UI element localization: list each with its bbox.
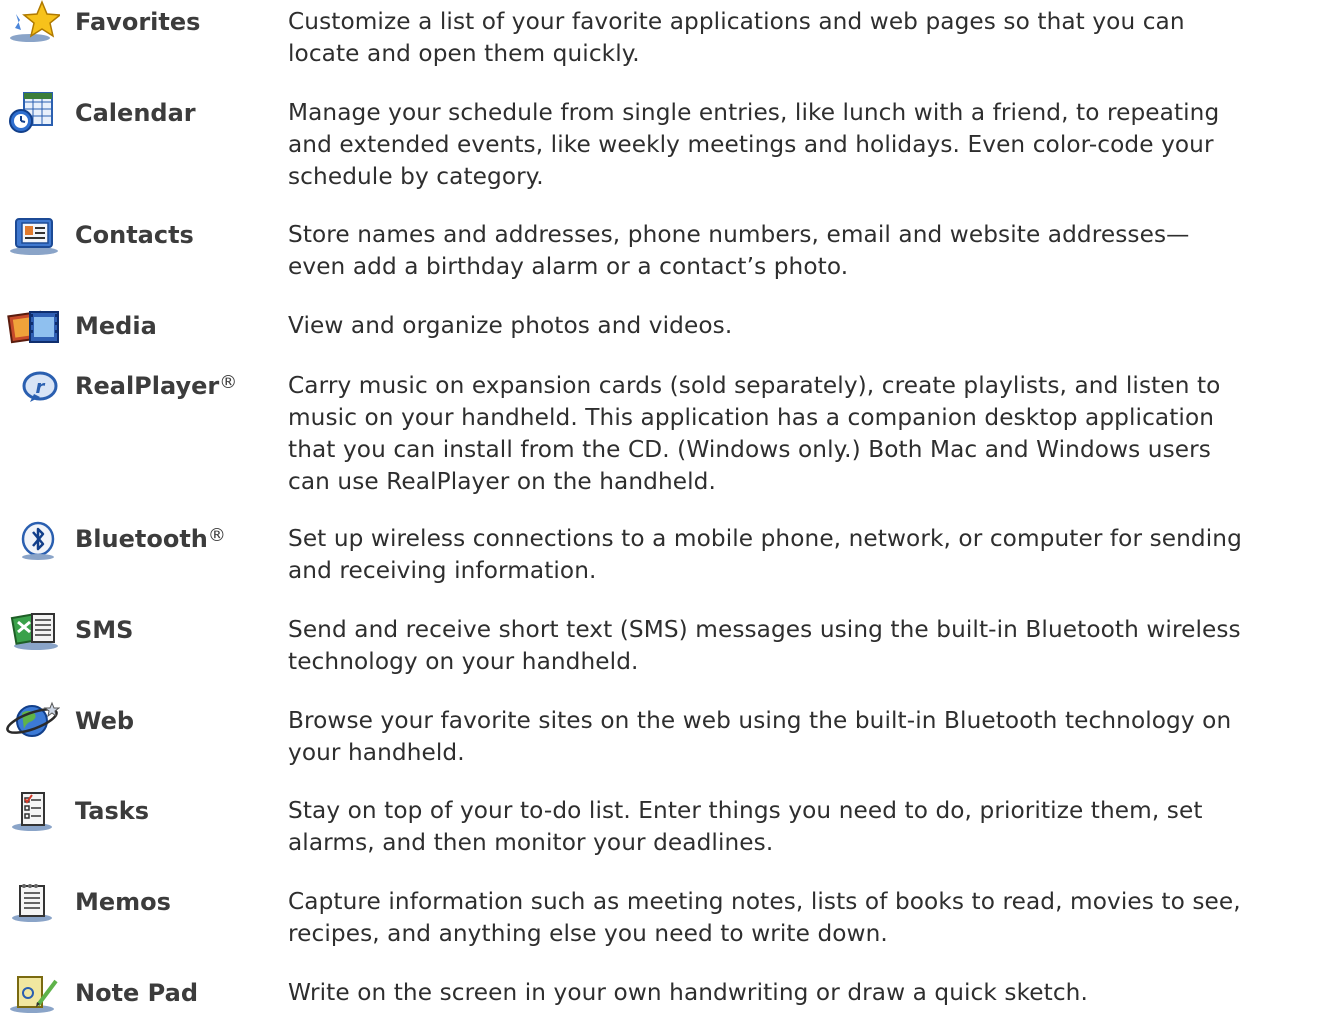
calendar-icon [4,91,60,135]
app-name-sms: SMS [75,616,134,644]
app-name-realplayer: RealPlayer® [75,372,238,400]
app-description-sms: Send and receive short text (SMS) messag… [288,616,1241,675]
realplayer-icon: r [4,364,60,408]
bluetooth-icon [4,517,60,561]
app-description-media: View and organize photos and videos. [288,312,733,339]
note-pad-icon [4,971,60,1015]
app-name-calendar: Calendar [75,99,196,127]
app-name-favorites: Favorites [75,8,201,36]
app-name-memos: Memos [75,888,171,916]
app-description-note-pad: Write on the screen in your own handwrit… [288,979,1088,1006]
registered-mark: ® [219,372,238,393]
app-description-calendar: Manage your schedule from single entries… [288,99,1220,190]
memos-notepad-icon [4,880,60,924]
app-name-web: Web [75,707,135,735]
sms-icon [4,608,60,652]
app-description-tasks: Stay on top of your to-do list. Enter th… [288,797,1203,856]
app-description-memos: Capture information such as meeting note… [288,888,1241,947]
media-icon [4,304,60,348]
app-description-bluetooth: Set up wireless connections to a mobile … [288,525,1242,584]
app-description-favorites: Customize a list of your favorite applic… [288,8,1185,67]
favorites-star-icon [4,0,60,44]
svg-text:r: r [36,377,46,398]
tasks-checklist-icon [4,789,60,833]
contacts-icon [4,213,60,257]
registered-mark: ® [207,525,226,546]
app-name-note-pad: Note Pad [75,979,198,1007]
app-name-tasks: Tasks [75,797,150,825]
app-description-contacts: Store names and addresses, phone numbers… [288,221,1190,280]
app-name-bluetooth: Bluetooth® [75,525,226,553]
app-description-web: Browse your favorite sites on the web us… [288,707,1232,766]
web-globe-icon [4,699,60,743]
app-name-media: Media [75,312,157,340]
app-name-contacts: Contacts [75,221,194,249]
app-description-realplayer: Carry music on expansion cards (sold sep… [288,372,1221,495]
